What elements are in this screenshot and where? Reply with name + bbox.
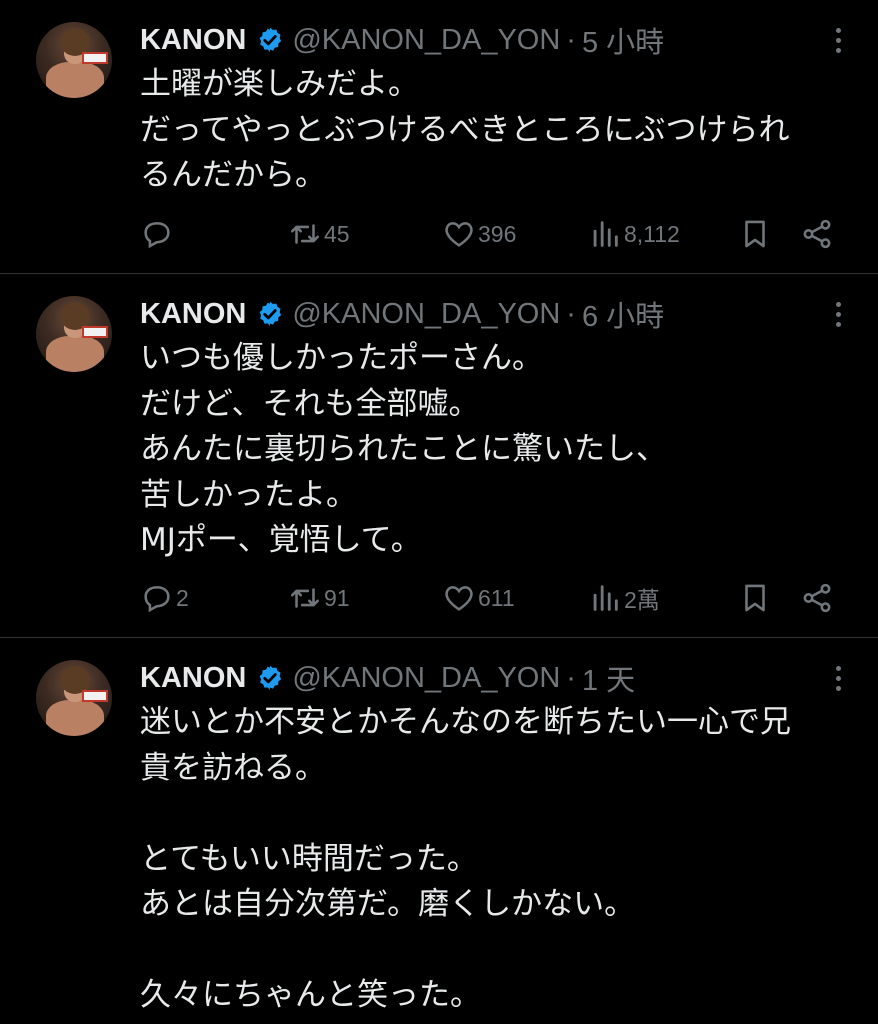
tweet-header: KANON @KANON_DA_YON · 6 小時 [140,294,842,334]
tweet-1[interactable]: KANON @KANON_DA_YON · 5 小時 土曜が楽しみだよ。 だって… [0,0,878,274]
tweet-text: 土曜が楽しみだよ。 だってやっとぶつけるべきところにぶつけられ るんだから。 [140,62,842,199]
tweet-text-line: とてもいい時間だった。 [140,840,478,877]
bookmark-icon [745,220,765,248]
separator: · [566,661,576,694]
tweet-header: KANON @KANON_DA_YON · 5 小時 [140,20,842,60]
share-button[interactable] [800,214,834,254]
author-name[interactable]: KANON [140,24,246,57]
tweet-text-line: 迷いとか不安とかそんなのを断ちたい一心で兄 [140,704,791,740]
verified-badge-icon [259,301,282,327]
more-icon[interactable] [832,28,844,58]
reply-icon [144,586,170,613]
tweet-text-line: MJポー、覚悟して。 [140,522,422,558]
more-icon[interactable] [832,302,844,332]
retweet-icon [290,588,320,608]
separator: · [566,297,576,330]
more-icon[interactable] [832,666,844,696]
tweet-text-line: るんだから。 [140,157,326,193]
tweet-header: KANON @KANON_DA_YON · 1 天 [140,658,842,698]
tweet-time[interactable]: 6 小時 [582,293,664,335]
tweet-3[interactable]: KANON @KANON_DA_YON · 1 天 迷いとか不安とかそんなのを断… [0,638,878,1024]
tweet-text-line: だけど、それも全部嘘。 [140,385,480,422]
retweet-button[interactable]: 91 [288,578,350,618]
like-count: 396 [478,220,517,247]
verified-badge-icon [259,665,282,691]
tweet-actions: 2 91 611 2萬 [140,578,842,618]
tweet-text-line [140,928,842,974]
like-button[interactable]: 611 [442,578,515,618]
retweet-count: 91 [324,584,350,611]
retweet-count: 45 [324,220,350,247]
share-button[interactable] [800,578,834,618]
bookmark-button[interactable] [738,578,772,618]
tweet-text-line [140,791,842,837]
verified-badge-icon [259,27,282,53]
author-handle[interactable]: @KANON_DA_YON [292,662,560,695]
tweet-text: いつも優しかったポーさん。 だけど、それも全部嘘。 あんたに裏切られたことに驚い… [140,336,842,564]
bookmark-icon [745,584,765,612]
tweet-text-line: 久々にちゃんと笑った。 [140,977,481,1013]
tweet-text-line: 土曜が楽しみだよ。 [140,66,419,102]
tweet-text-line: 貴を訪ねる。 [140,749,326,786]
like-count: 611 [478,584,515,611]
views-icon [593,221,618,247]
tweet-text-line: だってやっとぶつけるべきところにぶつけられ [140,111,790,148]
reply-button[interactable]: 2 [140,578,189,618]
tweet-text: 迷いとか不安とかそんなのを断ちたい一心で兄 貴を訪ねる。 とてもいい時間だった。… [140,700,842,1019]
tweet-text-line: あんたに裏切られたことに驚いたし、 [140,431,667,467]
avatar[interactable] [36,660,112,736]
like-icon [445,222,473,247]
tweet-2[interactable]: KANON @KANON_DA_YON · 6 小時 いつも優しかったポーさん。… [0,274,878,638]
views-count: 8,112 [624,220,680,247]
views-icon [593,585,618,611]
author-name[interactable]: KANON [140,662,246,695]
tweet-text-line: 苦しかったよ。 [140,476,357,513]
tweet-text-line: いつも優しかったポーさん。 [140,340,543,376]
author-name[interactable]: KANON [140,298,246,331]
like-icon [445,586,473,611]
retweet-icon [290,224,320,244]
author-handle[interactable]: @KANON_DA_YON [292,298,560,331]
avatar[interactable] [36,296,112,372]
views-button[interactable]: 2萬 [588,578,660,618]
tweet-text-line: あとは自分次第だ。磨くしかない。 [140,886,636,922]
tweet-time[interactable]: 5 小時 [582,19,664,61]
tweet-time[interactable]: 1 天 [582,657,635,699]
views-count: 2萬 [624,587,660,613]
reply-count: 2 [176,584,189,611]
author-handle[interactable]: @KANON_DA_YON [292,24,560,57]
avatar[interactable] [36,22,112,98]
bookmark-button[interactable] [738,214,772,254]
share-icon [803,219,831,249]
share-icon [803,583,831,613]
like-button[interactable]: 396 [442,214,516,254]
views-button[interactable]: 8,112 [588,214,680,254]
tweet-actions: 45 396 8,112 [140,214,842,254]
reply-icon [144,222,170,249]
retweet-button[interactable]: 45 [288,214,350,254]
separator: · [566,23,576,56]
reply-button[interactable] [140,214,176,254]
